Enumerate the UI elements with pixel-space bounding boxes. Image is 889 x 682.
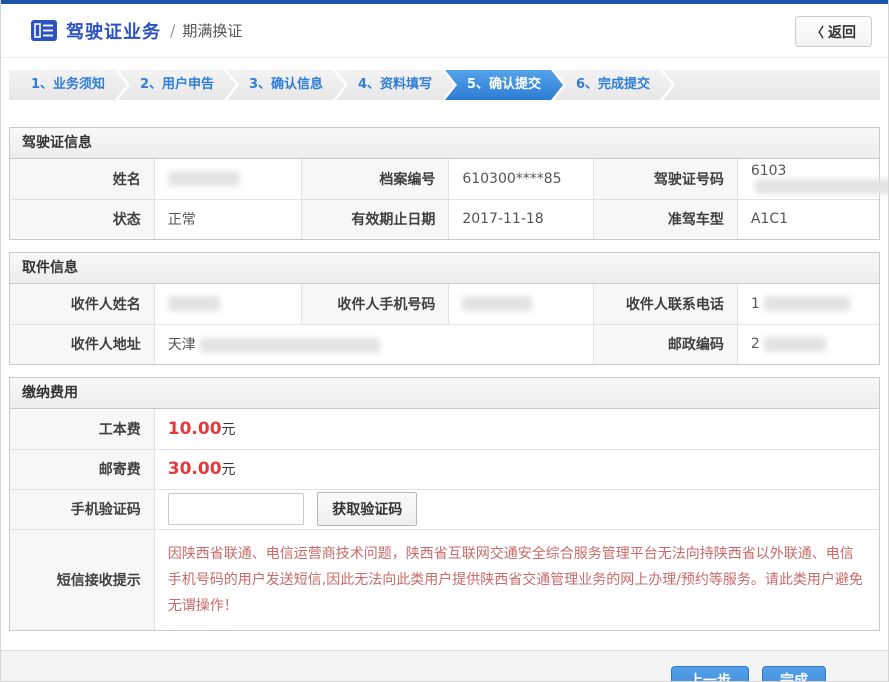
name-value xyxy=(154,159,302,199)
breadcrumb-separator: / xyxy=(170,21,175,40)
production-fee-label: 工本费 xyxy=(10,409,154,449)
license-info-table: 姓名 档案编号 610300****85 驾驶证号码 6103 状态 正常 有效… xyxy=(10,159,879,239)
step-3-confirm-info: 3、确认信息 xyxy=(227,70,345,100)
license-info-panel: 驾驶证信息 姓名 档案编号 610300****85 驾驶证号码 6103 状态… xyxy=(9,127,880,240)
table-row: 收件人地址 天津 邮政编码 2 xyxy=(10,324,879,364)
expiry-date-value: 2017-11-18 xyxy=(449,199,593,239)
sms-code-label: 手机验证码 xyxy=(10,489,154,529)
recipient-address-label: 收件人地址 xyxy=(10,324,154,364)
finish-button[interactable]: 完成 xyxy=(762,666,826,682)
postal-code-value: 2 xyxy=(737,324,879,364)
previous-step-button[interactable]: 上一步 xyxy=(671,666,749,682)
recipient-address-value: 天津 xyxy=(154,324,593,364)
recipient-phone-label: 收件人联系电话 xyxy=(593,284,737,324)
chevron-left-icon: 〈 xyxy=(811,22,824,41)
sms-code-cell: 获取验证码 xyxy=(154,489,879,529)
masked-recipient-name xyxy=(168,296,220,311)
table-row: 姓名 档案编号 610300****85 驾驶证号码 6103 xyxy=(10,159,879,199)
main-content: 驾驶证信息 姓名 档案编号 610300****85 驾驶证号码 6103 状态… xyxy=(1,100,888,631)
step-5-confirm-submit: 5、确认提交 xyxy=(445,70,563,100)
recipient-phone-value: 1 xyxy=(737,284,879,324)
currency-unit: 元 xyxy=(222,422,236,438)
recipient-name-label: 收件人姓名 xyxy=(10,284,154,324)
footer-action-bar: 上一步 完成 xyxy=(1,650,888,682)
step-2-user-declaration: 2、用户申告 xyxy=(118,70,236,100)
pickup-info-table: 收件人姓名 收件人手机号码 收件人联系电话 1 收件人地址 天津 邮政编码 2 xyxy=(10,284,879,364)
masked-mobile xyxy=(462,296,532,311)
vehicle-type-value: A1C1 xyxy=(737,199,879,239)
sms-notice-cell: 因陕西省联通、电信运营商技术问题，陕西省互联网交通安全综合服务管理平台无法向持陕… xyxy=(154,529,879,630)
back-button-label: 返回 xyxy=(828,22,856,42)
list-icon xyxy=(31,20,57,41)
sms-code-input[interactable] xyxy=(168,493,304,525)
currency-unit: 元 xyxy=(222,462,236,478)
recipient-name-value xyxy=(154,284,302,324)
fees-title: 缴纳费用 xyxy=(10,378,879,409)
masked-phone xyxy=(764,296,850,311)
masked-address xyxy=(200,338,380,353)
masked-license-number xyxy=(755,179,889,194)
step-4-fill-data: 4、资料填写 xyxy=(336,70,454,100)
breadcrumb-current: 期满换证 xyxy=(182,20,242,41)
postage-fee-amount: 30.00 xyxy=(168,459,222,479)
vehicle-type-label: 准驾车型 xyxy=(593,199,737,239)
name-label: 姓名 xyxy=(10,159,154,199)
fees-panel: 缴纳费用 工本费 10.00元 邮寄费 30.00元 手机验证码 获取验证码 xyxy=(9,377,880,631)
masked-name xyxy=(168,171,240,186)
table-row: 工本费 10.00元 xyxy=(10,409,879,449)
table-row: 收件人姓名 收件人手机号码 收件人联系电话 1 xyxy=(10,284,879,324)
page-header: 驾驶证业务 / 期满换证 〈 返回 xyxy=(1,4,888,58)
sms-notice-text: 因陕西省联通、电信运营商技术问题，陕西省互联网交通安全综合服务管理平台无法向持陕… xyxy=(168,541,866,619)
page: 驾驶证业务 / 期满换证 〈 返回 1、业务须知 2、用户申告 3、确认信息 4… xyxy=(0,0,889,682)
license-number-label: 驾驶证号码 xyxy=(593,159,737,199)
license-number-value: 6103 xyxy=(737,159,879,199)
step-wizard-tail xyxy=(663,70,880,100)
page-title: 驾驶证业务 xyxy=(66,18,161,44)
recipient-mobile-value xyxy=(449,284,593,324)
status-label: 状态 xyxy=(10,199,154,239)
recipient-mobile-label: 收件人手机号码 xyxy=(302,284,449,324)
table-row: 短信接收提示 因陕西省联通、电信运营商技术问题，陕西省互联网交通安全综合服务管理… xyxy=(10,529,879,630)
production-fee-value: 10.00元 xyxy=(154,409,879,449)
step-6-complete-submit: 6、完成提交 xyxy=(554,70,672,100)
fees-table: 工本费 10.00元 邮寄费 30.00元 手机验证码 获取验证码 短信接收提示 xyxy=(10,409,879,630)
postal-code-label: 邮政编码 xyxy=(593,324,737,364)
file-number-value: 610300****85 xyxy=(449,159,593,199)
get-sms-code-button[interactable]: 获取验证码 xyxy=(317,492,417,526)
pickup-info-panel: 取件信息 收件人姓名 收件人手机号码 收件人联系电话 1 收件人地址 天津 邮政… xyxy=(9,252,880,365)
step-wizard: 1、业务须知 2、用户申告 3、确认信息 4、资料填写 5、确认提交 6、完成提… xyxy=(9,70,880,100)
postage-fee-value: 30.00元 xyxy=(154,449,879,489)
expiry-date-label: 有效期止日期 xyxy=(302,199,449,239)
production-fee-amount: 10.00 xyxy=(168,419,222,439)
table-row: 手机验证码 获取验证码 xyxy=(10,489,879,529)
step-1-business-notice: 1、业务须知 xyxy=(9,70,127,100)
license-info-title: 驾驶证信息 xyxy=(10,128,879,159)
back-button[interactable]: 〈 返回 xyxy=(795,16,872,47)
masked-postal-code xyxy=(764,337,826,352)
file-number-label: 档案编号 xyxy=(302,159,449,199)
table-row: 邮寄费 30.00元 xyxy=(10,449,879,489)
status-value: 正常 xyxy=(154,199,302,239)
sms-notice-label: 短信接收提示 xyxy=(10,529,154,630)
table-row: 状态 正常 有效期止日期 2017-11-18 准驾车型 A1C1 xyxy=(10,199,879,239)
postage-fee-label: 邮寄费 xyxy=(10,449,154,489)
pickup-info-title: 取件信息 xyxy=(10,253,879,284)
